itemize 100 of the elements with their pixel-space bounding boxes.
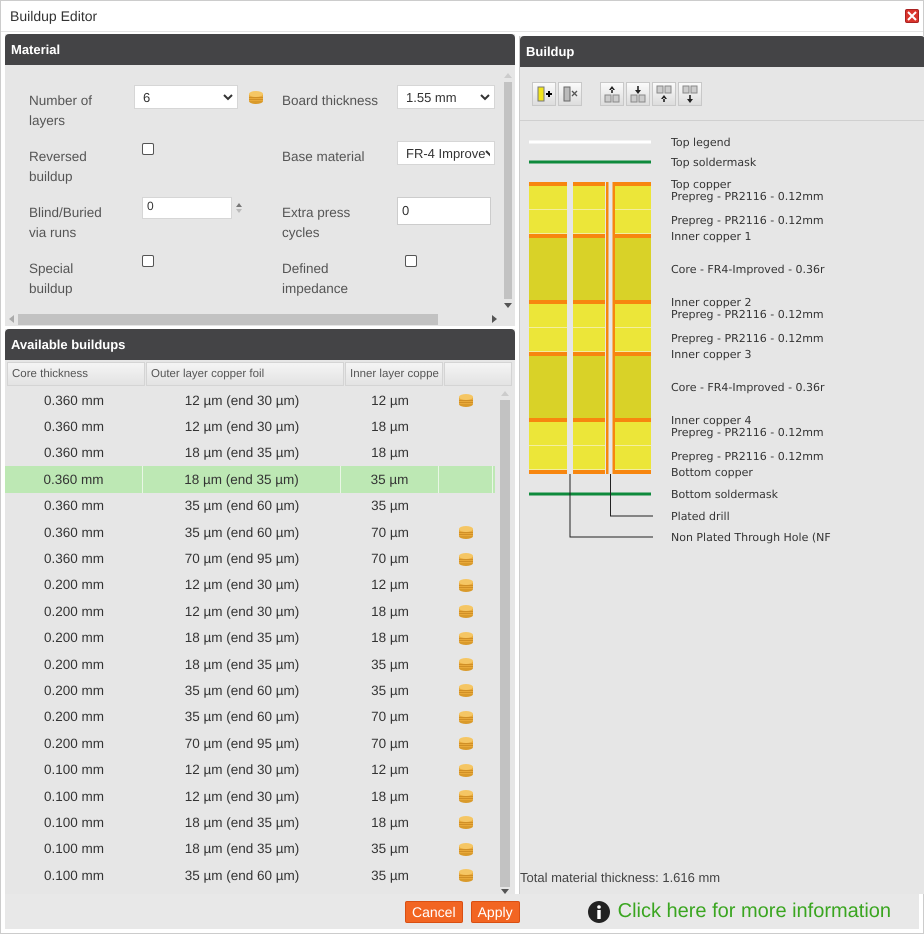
table-cell-text: 35 µm bbox=[370, 841, 410, 856]
move-down-button[interactable] bbox=[626, 82, 650, 106]
table-row[interactable]: 0.360 mm 18 µm (end 35 µm) 35 µm bbox=[5, 466, 495, 493]
layer-label: Top soldermask bbox=[671, 156, 756, 169]
table-cell-text: 0.200 mm bbox=[42, 709, 106, 724]
table-cell-text: 35 µm bbox=[370, 656, 410, 672]
table-cell-text: 0.200 mm bbox=[42, 630, 106, 646]
delete-layer-button[interactable] bbox=[558, 82, 582, 106]
down-arrow-icon[interactable] bbox=[504, 303, 512, 308]
table-cell-text: 18 µm (end 35 µm) bbox=[184, 841, 300, 856]
field-label: Reversed buildup bbox=[29, 148, 88, 186]
table-cell-text: 18 µm bbox=[370, 604, 410, 619]
table-row[interactable]: 0.100 mm 12 µm (end 30 µm) 18 µm bbox=[5, 782, 495, 810]
add-layer-button[interactable] bbox=[532, 82, 556, 106]
layer-label: Inner copper 2 bbox=[671, 296, 752, 309]
table-cell-text: 12 µm (end 30 µm) bbox=[184, 577, 300, 592]
table-row[interactable]: 0.100 mm 18 µm (end 35 µm) 35 µm bbox=[5, 836, 495, 862]
move-down-icon bbox=[680, 84, 700, 104]
table-cell-text: 0.200 mm bbox=[42, 736, 106, 751]
table-row[interactable]: 0.100 mm 35 µm (end 60 µm) 35 µm bbox=[5, 862, 495, 888]
table-row[interactable]: 0.360 mm 35 µm (end 60 µm) 35 µm bbox=[5, 492, 495, 519]
table-cell-text: 0.360 mm bbox=[42, 445, 106, 460]
table-cell-text: 12 µm (end 30 µm) bbox=[184, 604, 300, 619]
panel-header: Available buildups bbox=[5, 329, 515, 360]
table-row[interactable]: 0.200 mm 35 µm (end 60 µm) 70 µm bbox=[5, 704, 495, 730]
table-cell-text: 0.100 mm bbox=[42, 814, 106, 830]
info-icon bbox=[588, 900, 610, 922]
column-header[interactable]: Core thickness bbox=[7, 362, 145, 386]
move-down-button[interactable] bbox=[678, 82, 702, 106]
move-down-icon bbox=[628, 84, 648, 104]
table-cell-text: 0.200 mm bbox=[42, 577, 106, 592]
table-cell-text: 12 µm bbox=[370, 392, 410, 408]
layer-label: Top copper bbox=[671, 178, 732, 191]
table-cell: 35 µm bbox=[341, 466, 439, 493]
right-arrow-icon[interactable] bbox=[492, 315, 497, 323]
table-cell-text: 18 µm bbox=[370, 419, 410, 434]
table-cell-text: 18 µm (end 35 µm) bbox=[184, 445, 300, 460]
field-label: Board thickness bbox=[282, 92, 380, 110]
table-cell-text: 12 µm (end 30 µm) bbox=[184, 392, 300, 408]
table-row[interactable]: 0.100 mm 18 µm (end 35 µm) 18 µm bbox=[5, 809, 495, 836]
table-cell-text: 35 µm (end 60 µm) bbox=[184, 868, 300, 883]
down-arrow-icon[interactable] bbox=[501, 889, 509, 894]
table-cell-text: 35 µm bbox=[370, 682, 410, 698]
table-cell-text: 12 µm (end 30 µm) bbox=[184, 788, 300, 804]
table-row[interactable]: 0.360 mm 35 µm (end 60 µm) 70 µm bbox=[5, 518, 495, 546]
layer-label: Bottom soldermask bbox=[671, 488, 778, 501]
table-cell-text: 0.100 mm bbox=[42, 841, 106, 856]
layer-label: Prepreg - PR2116 - 0.12mm bbox=[671, 332, 824, 345]
table-cell-text: 0.100 mm bbox=[42, 762, 106, 778]
move-up-button[interactable] bbox=[652, 82, 676, 106]
input-field[interactable]: 0 bbox=[397, 197, 491, 225]
table-row[interactable]: 0.360 mm 12 µm (end 30 µm) 12 µm bbox=[5, 387, 495, 414]
table-row[interactable]: 0.200 mm 12 µm (end 30 µm) 18 µm bbox=[5, 598, 495, 625]
table-cell-text: 18 µm (end 35 µm) bbox=[184, 656, 300, 672]
caret-icon bbox=[480, 94, 490, 100]
layer-label: Prepreg - PR2116 - 0.12mm bbox=[671, 426, 824, 439]
table-cell-text: 70 µm bbox=[370, 736, 410, 751]
checkbox[interactable] bbox=[405, 255, 417, 267]
table-cell-text: 70 µm (end 95 µm) bbox=[184, 551, 300, 566]
field-label: Blind/Buried via runs bbox=[29, 204, 103, 242]
table-cell-text: 0.200 mm bbox=[42, 682, 106, 698]
table-row[interactable]: 0.200 mm 12 µm (end 30 µm) 12 µm bbox=[5, 572, 495, 598]
table-cell: 0.360 mm bbox=[5, 466, 143, 493]
table-cell: 18 µm (end 35 µm) bbox=[143, 466, 341, 493]
table-row[interactable]: 0.200 mm 35 µm (end 60 µm) 35 µm bbox=[5, 677, 495, 704]
dropdown[interactable]: FR-4 Improve bbox=[397, 141, 495, 165]
table-row[interactable]: 0.200 mm 70 µm (end 95 µm) 70 µm bbox=[5, 730, 495, 756]
layer-label: Bottom copper bbox=[671, 466, 753, 479]
table-cell-text: 12 µm bbox=[370, 762, 410, 778]
table-cell-text: 0.200 mm bbox=[42, 656, 106, 672]
table-row[interactable]: 0.200 mm 18 µm (end 35 µm) 18 µm bbox=[5, 624, 495, 651]
table-row[interactable]: 0.360 mm 18 µm (end 35 µm) 18 µm bbox=[5, 440, 495, 466]
caret-icon bbox=[223, 94, 233, 100]
table-cell-text: 35 µm (end 60 µm) bbox=[184, 524, 300, 540]
layer-label: Prepreg - PR2116 - 0.12mm bbox=[671, 214, 824, 227]
vertical-scrollbar[interactable] bbox=[501, 73, 515, 308]
move-up-button[interactable] bbox=[600, 82, 624, 106]
table-cell-text: 0.360 mm bbox=[42, 551, 106, 566]
layer-label: Inner copper 1 bbox=[671, 230, 752, 243]
table-row[interactable]: 0.360 mm 70 µm (end 95 µm) 70 µm bbox=[5, 545, 495, 572]
table-cell-text: 18 µm bbox=[370, 814, 410, 830]
up-arrow-icon[interactable] bbox=[236, 203, 242, 207]
field-label: Base material bbox=[282, 148, 366, 166]
layer-label: Inner copper 4 bbox=[671, 414, 752, 427]
move-up-icon bbox=[654, 84, 674, 104]
layer-label: Prepreg - PR2116 - 0.12mm bbox=[671, 190, 824, 203]
total-thickness: Total material thickness: 1.616 mm bbox=[520, 870, 722, 887]
table-row[interactable]: 0.200 mm 18 µm (end 35 µm) 35 µm bbox=[5, 650, 495, 678]
dropdown[interactable]: 6 bbox=[134, 85, 238, 109]
table-cell-text: 35 µm bbox=[370, 868, 410, 883]
table-row[interactable]: 0.100 mm 12 µm (end 30 µm) 12 µm bbox=[5, 756, 495, 783]
table-cell-text: 0.360 mm bbox=[42, 392, 106, 408]
checkbox[interactable] bbox=[142, 143, 154, 155]
table-row[interactable]: 0.360 mm 12 µm (end 30 µm) 18 µm bbox=[5, 413, 495, 440]
column-header[interactable]: Outer layer copper foil bbox=[146, 362, 344, 386]
column-header[interactable]: Inner layer coppe bbox=[345, 362, 443, 386]
vertical-scrollbar[interactable] bbox=[499, 391, 511, 894]
dropdown[interactable]: 1.55 mm bbox=[397, 85, 495, 109]
close-button[interactable] bbox=[905, 9, 919, 23]
checkbox[interactable] bbox=[142, 255, 154, 267]
